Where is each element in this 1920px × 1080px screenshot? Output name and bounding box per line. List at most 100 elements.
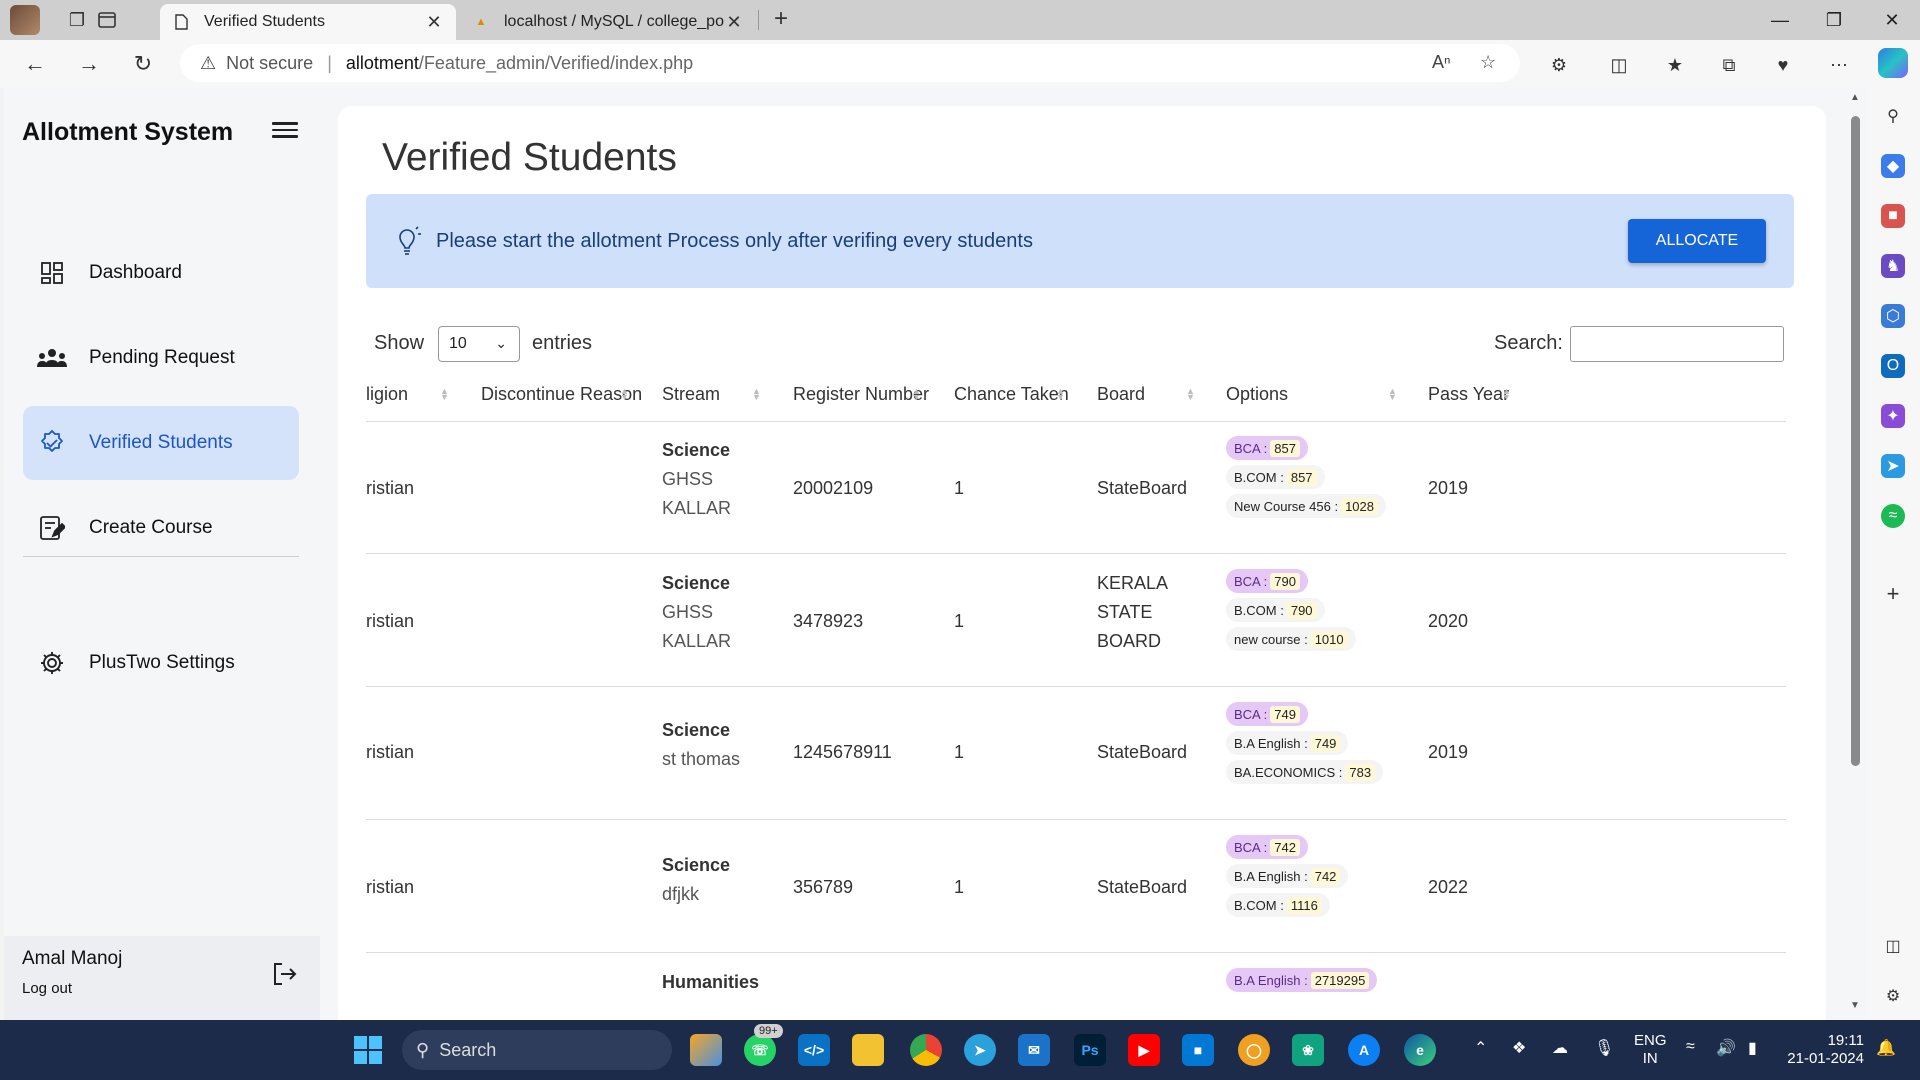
tools-icon[interactable]: ■ xyxy=(1881,204,1905,228)
browser-essentials-icon[interactable]: ♥ xyxy=(1768,50,1798,80)
minimize-button[interactable]: — xyxy=(1752,0,1808,40)
logout-icon[interactable] xyxy=(270,960,298,988)
youtube-icon[interactable]: ▶ xyxy=(1128,1034,1160,1066)
tab-actions-icon[interactable] xyxy=(92,6,122,34)
close-tab-icon[interactable]: ✕ xyxy=(424,12,444,33)
system-clock[interactable]: 19:11 21-01-2024 xyxy=(1780,1032,1864,1068)
chevron-up-icon[interactable]: ⌃ xyxy=(1474,1038,1487,1058)
favorites-icon[interactable]: ★ xyxy=(1660,50,1690,80)
app-store-icon[interactable]: A xyxy=(1348,1034,1380,1066)
photoshop-icon[interactable]: Ps xyxy=(1074,1034,1106,1066)
read-aloud-icon[interactable]: Aⁿ xyxy=(1432,52,1451,73)
column-header-discontinue-reason[interactable]: Discontinue Reason xyxy=(481,384,642,405)
edge-icon[interactable]: e xyxy=(1404,1034,1436,1066)
sort-icon[interactable]: ▲ ▼ xyxy=(752,387,761,402)
split-screen-icon[interactable]: ◫ xyxy=(1604,50,1634,80)
column-header-board[interactable]: Board xyxy=(1097,384,1145,405)
sort-icon[interactable]: ▲ ▼ xyxy=(440,387,449,402)
search-icon[interactable]: ⚲ xyxy=(1881,104,1905,128)
copilot-preview-icon[interactable] xyxy=(690,1034,722,1066)
stream-cell: Science st thomas xyxy=(662,716,740,774)
outlook-icon[interactable]: O xyxy=(1881,354,1905,378)
table-search-input[interactable] xyxy=(1570,326,1784,362)
settings-gear-icon[interactable]: ⚙ xyxy=(1881,984,1905,1008)
column-header-options[interactable]: Options xyxy=(1226,384,1288,405)
workspaces-icon[interactable]: ❐ xyxy=(62,6,92,34)
stream-cell: Science GHSS KALLAR xyxy=(662,569,731,656)
vscode-icon[interactable]: </> xyxy=(798,1034,830,1066)
profile-avatar[interactable] xyxy=(10,5,40,35)
add-sidebar-app-icon[interactable]: + xyxy=(1881,581,1905,606)
favorite-star-icon[interactable]: ☆ xyxy=(1480,52,1496,73)
copilot-icon[interactable] xyxy=(1878,48,1908,78)
option-course: B.COM : xyxy=(1234,469,1284,485)
volume-icon[interactable]: 🔊 xyxy=(1716,1038,1736,1058)
forward-icon[interactable]: → xyxy=(72,48,106,80)
windows-start-icon[interactable] xyxy=(354,1036,382,1064)
chrome-icon[interactable] xyxy=(910,1034,942,1066)
sidebar-item-verified-students[interactable]: Verified Students xyxy=(23,406,299,480)
column-header-pass-year[interactable]: Pass Year xyxy=(1428,384,1509,405)
designer-icon[interactable]: ✦ xyxy=(1881,404,1905,428)
wifi-icon[interactable]: ≈ xyxy=(1686,1038,1695,1056)
mail-icon[interactable]: ✉ xyxy=(1018,1034,1050,1066)
tab-verified-students[interactable]: Verified Students ✕ xyxy=(160,4,456,40)
send-icon[interactable]: ➤ xyxy=(1881,454,1905,478)
allocate-button[interactable]: ALLOCATE xyxy=(1628,219,1766,263)
microphone-icon[interactable]: 🎙 xyxy=(1594,1038,1614,1058)
collections-icon[interactable]: ⧉ xyxy=(1714,50,1744,80)
spotify-icon[interactable]: ≈ xyxy=(1881,504,1905,528)
extensions-icon[interactable]: ⚙ xyxy=(1544,50,1574,80)
sort-icon[interactable]: ▲ ▼ xyxy=(620,387,629,402)
school-name: KALLAR xyxy=(662,498,732,518)
logout-link[interactable]: Log out xyxy=(22,980,72,997)
column-header-religion[interactable]: ligion xyxy=(366,384,408,405)
games-icon[interactable]: ♞ xyxy=(1881,254,1905,278)
reload-icon[interactable]: ↻ xyxy=(126,48,160,80)
page-scrollbar[interactable]: ▲ ▼ xyxy=(1846,88,1866,1020)
sort-icon[interactable]: ▲ ▼ xyxy=(1388,387,1397,402)
sidebar-item-pending-request[interactable]: Pending Request xyxy=(23,321,299,395)
column-header-stream[interactable]: Stream xyxy=(662,384,720,405)
store-icon[interactable]: ■ xyxy=(1182,1034,1214,1066)
entries-length-select[interactable]: 10 ⌄ xyxy=(438,326,520,362)
sort-icon[interactable]: ▲ ▼ xyxy=(1056,387,1065,402)
whatsapp-icon[interactable]: ☏ xyxy=(744,1034,776,1066)
telegram-icon[interactable]: ➤ xyxy=(964,1034,996,1066)
address-bar[interactable]: ⚠ Not secure | allotment/Feature_admin/V… xyxy=(180,44,1520,82)
file-explorer-icon[interactable] xyxy=(852,1034,884,1066)
chatgpt-icon[interactable]: ❀ xyxy=(1292,1034,1324,1066)
sidebar-panel-icon[interactable]: ◫ xyxy=(1881,934,1905,958)
scroll-down-icon[interactable]: ▼ xyxy=(1850,1000,1860,1011)
vpn-icon[interactable]: ◯ xyxy=(1238,1034,1270,1066)
close-tab-icon[interactable]: ✕ xyxy=(724,12,744,33)
restore-button[interactable]: ❐ xyxy=(1806,0,1862,40)
sort-icon[interactable]: ▲ ▼ xyxy=(912,387,921,402)
new-tab-button[interactable]: + xyxy=(766,6,796,34)
microsoft-365-icon[interactable]: ⬡ xyxy=(1881,304,1905,328)
column-header-register-number[interactable]: Register Number xyxy=(793,384,929,405)
options-cell: BCA :790 B.COM :790 new course :1010 xyxy=(1226,569,1356,656)
scrollbar-thumb[interactable] xyxy=(1851,116,1860,766)
notifications-bell-icon[interactable]: 🔔 xyxy=(1876,1038,1896,1058)
sort-icon[interactable]: ▲ ▼ xyxy=(1186,387,1195,402)
shopping-icon[interactable]: ◆ xyxy=(1881,154,1905,178)
close-window-button[interactable]: ✕ xyxy=(1864,0,1920,40)
more-menu-icon[interactable]: ⋯ xyxy=(1824,50,1854,80)
back-icon[interactable]: ← xyxy=(18,48,52,80)
sidebar-item-create-course[interactable]: Create Course xyxy=(23,491,299,565)
taskbar-search[interactable]: ⚲ Search xyxy=(402,1030,672,1070)
column-header-chance-taken[interactable]: Chance Taken xyxy=(954,384,1069,405)
hamburger-menu-icon[interactable] xyxy=(272,118,298,142)
sort-icon[interactable]: ▲ ▼ xyxy=(1502,387,1511,402)
battery-icon[interactable]: ▮ xyxy=(1748,1038,1757,1058)
onedrive-icon[interactable]: ☁ xyxy=(1552,1038,1568,1058)
tab-phpmyadmin[interactable]: ▲ localhost / MySQL / college_port ✕ xyxy=(460,4,756,40)
sidebar-item-plustwo-settings[interactable]: PlusTwo Settings xyxy=(23,626,299,700)
warning-icon: ⚠ xyxy=(200,52,217,73)
sidebar-item-dashboard[interactable]: Dashboard xyxy=(23,236,299,310)
scroll-up-icon[interactable]: ▲ xyxy=(1850,92,1860,103)
language-indicator[interactable]: ENG IN xyxy=(1634,1032,1667,1068)
school-name: st thomas xyxy=(662,749,741,769)
dropbox-icon[interactable]: ❖ xyxy=(1512,1038,1526,1058)
